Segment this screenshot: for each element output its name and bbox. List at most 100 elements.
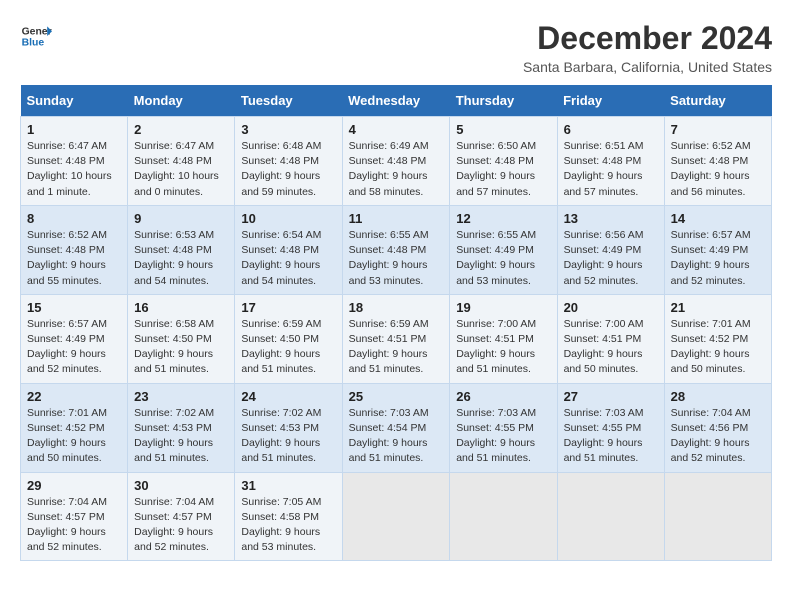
day-number: 4 [349, 122, 444, 137]
day-header-saturday: Saturday [664, 85, 771, 117]
calendar-cell: 16 Sunrise: 6:58 AMSunset: 4:50 PMDaylig… [128, 294, 235, 383]
day-info: Sunrise: 7:04 AMSunset: 4:57 PMDaylight:… [27, 496, 107, 554]
day-number: 30 [134, 478, 228, 493]
calendar-cell: 2 Sunrise: 6:47 AMSunset: 4:48 PMDayligh… [128, 117, 235, 206]
day-header-sunday: Sunday [21, 85, 128, 117]
calendar-cell: 14 Sunrise: 6:57 AMSunset: 4:49 PMDaylig… [664, 205, 771, 294]
day-number: 7 [671, 122, 765, 137]
day-info: Sunrise: 7:03 AMSunset: 4:55 PMDaylight:… [564, 407, 644, 465]
day-number: 28 [671, 389, 765, 404]
day-info: Sunrise: 7:03 AMSunset: 4:55 PMDaylight:… [456, 407, 536, 465]
day-number: 18 [349, 300, 444, 315]
day-number: 16 [134, 300, 228, 315]
day-number: 15 [27, 300, 121, 315]
day-info: Sunrise: 7:01 AMSunset: 4:52 PMDaylight:… [27, 407, 107, 465]
day-info: Sunrise: 6:59 AMSunset: 4:51 PMDaylight:… [349, 318, 429, 376]
day-header-tuesday: Tuesday [235, 85, 342, 117]
calendar-header-row: SundayMondayTuesdayWednesdayThursdayFrid… [21, 85, 772, 117]
calendar-cell: 28 Sunrise: 7:04 AMSunset: 4:56 PMDaylig… [664, 383, 771, 472]
calendar-cell [664, 472, 771, 561]
calendar-cell: 20 Sunrise: 7:00 AMSunset: 4:51 PMDaylig… [557, 294, 664, 383]
calendar-cell: 31 Sunrise: 7:05 AMSunset: 4:58 PMDaylig… [235, 472, 342, 561]
calendar-cell [450, 472, 557, 561]
day-info: Sunrise: 7:00 AMSunset: 4:51 PMDaylight:… [456, 318, 536, 376]
day-number: 20 [564, 300, 658, 315]
calendar-cell: 22 Sunrise: 7:01 AMSunset: 4:52 PMDaylig… [21, 383, 128, 472]
day-number: 19 [456, 300, 550, 315]
day-info: Sunrise: 6:52 AMSunset: 4:48 PMDaylight:… [671, 140, 751, 198]
day-info: Sunrise: 6:47 AMSunset: 4:48 PMDaylight:… [134, 140, 219, 198]
calendar-cell: 9 Sunrise: 6:53 AMSunset: 4:48 PMDayligh… [128, 205, 235, 294]
day-header-friday: Friday [557, 85, 664, 117]
day-info: Sunrise: 7:02 AMSunset: 4:53 PMDaylight:… [241, 407, 321, 465]
day-number: 24 [241, 389, 335, 404]
calendar-cell: 4 Sunrise: 6:49 AMSunset: 4:48 PMDayligh… [342, 117, 450, 206]
day-number: 9 [134, 211, 228, 226]
calendar-cell: 25 Sunrise: 7:03 AMSunset: 4:54 PMDaylig… [342, 383, 450, 472]
calendar-cell: 3 Sunrise: 6:48 AMSunset: 4:48 PMDayligh… [235, 117, 342, 206]
calendar-cell [557, 472, 664, 561]
day-info: Sunrise: 6:54 AMSunset: 4:48 PMDaylight:… [241, 229, 321, 287]
day-number: 2 [134, 122, 228, 137]
day-number: 25 [349, 389, 444, 404]
logo: General Blue [20, 20, 52, 52]
day-info: Sunrise: 7:01 AMSunset: 4:52 PMDaylight:… [671, 318, 751, 376]
calendar-cell: 19 Sunrise: 7:00 AMSunset: 4:51 PMDaylig… [450, 294, 557, 383]
day-number: 5 [456, 122, 550, 137]
calendar-cell: 30 Sunrise: 7:04 AMSunset: 4:57 PMDaylig… [128, 472, 235, 561]
location: Santa Barbara, California, United States [523, 59, 772, 75]
day-info: Sunrise: 6:48 AMSunset: 4:48 PMDaylight:… [241, 140, 321, 198]
day-info: Sunrise: 7:05 AMSunset: 4:58 PMDaylight:… [241, 496, 321, 554]
day-info: Sunrise: 6:57 AMSunset: 4:49 PMDaylight:… [671, 229, 751, 287]
day-info: Sunrise: 6:57 AMSunset: 4:49 PMDaylight:… [27, 318, 107, 376]
day-number: 22 [27, 389, 121, 404]
day-number: 8 [27, 211, 121, 226]
calendar-table: SundayMondayTuesdayWednesdayThursdayFrid… [20, 85, 772, 561]
calendar-cell: 1 Sunrise: 6:47 AMSunset: 4:48 PMDayligh… [21, 117, 128, 206]
day-number: 26 [456, 389, 550, 404]
day-info: Sunrise: 6:47 AMSunset: 4:48 PMDaylight:… [27, 140, 112, 198]
day-number: 10 [241, 211, 335, 226]
calendar-cell: 18 Sunrise: 6:59 AMSunset: 4:51 PMDaylig… [342, 294, 450, 383]
calendar-cell [342, 472, 450, 561]
calendar-cell: 26 Sunrise: 7:03 AMSunset: 4:55 PMDaylig… [450, 383, 557, 472]
calendar-cell: 24 Sunrise: 7:02 AMSunset: 4:53 PMDaylig… [235, 383, 342, 472]
day-number: 21 [671, 300, 765, 315]
day-header-monday: Monday [128, 85, 235, 117]
calendar-cell: 8 Sunrise: 6:52 AMSunset: 4:48 PMDayligh… [21, 205, 128, 294]
calendar-cell: 5 Sunrise: 6:50 AMSunset: 4:48 PMDayligh… [450, 117, 557, 206]
day-number: 6 [564, 122, 658, 137]
logo-icon: General Blue [20, 20, 52, 52]
day-info: Sunrise: 7:03 AMSunset: 4:54 PMDaylight:… [349, 407, 429, 465]
calendar-cell: 27 Sunrise: 7:03 AMSunset: 4:55 PMDaylig… [557, 383, 664, 472]
day-number: 11 [349, 211, 444, 226]
calendar-week-row: 8 Sunrise: 6:52 AMSunset: 4:48 PMDayligh… [21, 205, 772, 294]
page-header: General Blue December 2024 Santa Barbara… [20, 20, 772, 75]
day-info: Sunrise: 6:51 AMSunset: 4:48 PMDaylight:… [564, 140, 644, 198]
day-info: Sunrise: 6:50 AMSunset: 4:48 PMDaylight:… [456, 140, 536, 198]
day-info: Sunrise: 6:52 AMSunset: 4:48 PMDaylight:… [27, 229, 107, 287]
calendar-cell: 12 Sunrise: 6:55 AMSunset: 4:49 PMDaylig… [450, 205, 557, 294]
calendar-cell: 15 Sunrise: 6:57 AMSunset: 4:49 PMDaylig… [21, 294, 128, 383]
calendar-cell: 6 Sunrise: 6:51 AMSunset: 4:48 PMDayligh… [557, 117, 664, 206]
day-number: 3 [241, 122, 335, 137]
calendar-cell: 11 Sunrise: 6:55 AMSunset: 4:48 PMDaylig… [342, 205, 450, 294]
day-info: Sunrise: 6:58 AMSunset: 4:50 PMDaylight:… [134, 318, 214, 376]
day-number: 17 [241, 300, 335, 315]
day-number: 27 [564, 389, 658, 404]
calendar-cell: 13 Sunrise: 6:56 AMSunset: 4:49 PMDaylig… [557, 205, 664, 294]
calendar-cell: 29 Sunrise: 7:04 AMSunset: 4:57 PMDaylig… [21, 472, 128, 561]
month-title: December 2024 [523, 20, 772, 57]
day-info: Sunrise: 7:04 AMSunset: 4:57 PMDaylight:… [134, 496, 214, 554]
calendar-week-row: 29 Sunrise: 7:04 AMSunset: 4:57 PMDaylig… [21, 472, 772, 561]
day-info: Sunrise: 6:55 AMSunset: 4:48 PMDaylight:… [349, 229, 429, 287]
day-info: Sunrise: 6:56 AMSunset: 4:49 PMDaylight:… [564, 229, 644, 287]
calendar-week-row: 15 Sunrise: 6:57 AMSunset: 4:49 PMDaylig… [21, 294, 772, 383]
day-number: 31 [241, 478, 335, 493]
day-info: Sunrise: 6:49 AMSunset: 4:48 PMDaylight:… [349, 140, 429, 198]
calendar-cell: 17 Sunrise: 6:59 AMSunset: 4:50 PMDaylig… [235, 294, 342, 383]
day-info: Sunrise: 6:55 AMSunset: 4:49 PMDaylight:… [456, 229, 536, 287]
calendar-cell: 10 Sunrise: 6:54 AMSunset: 4:48 PMDaylig… [235, 205, 342, 294]
day-header-wednesday: Wednesday [342, 85, 450, 117]
day-info: Sunrise: 7:02 AMSunset: 4:53 PMDaylight:… [134, 407, 214, 465]
